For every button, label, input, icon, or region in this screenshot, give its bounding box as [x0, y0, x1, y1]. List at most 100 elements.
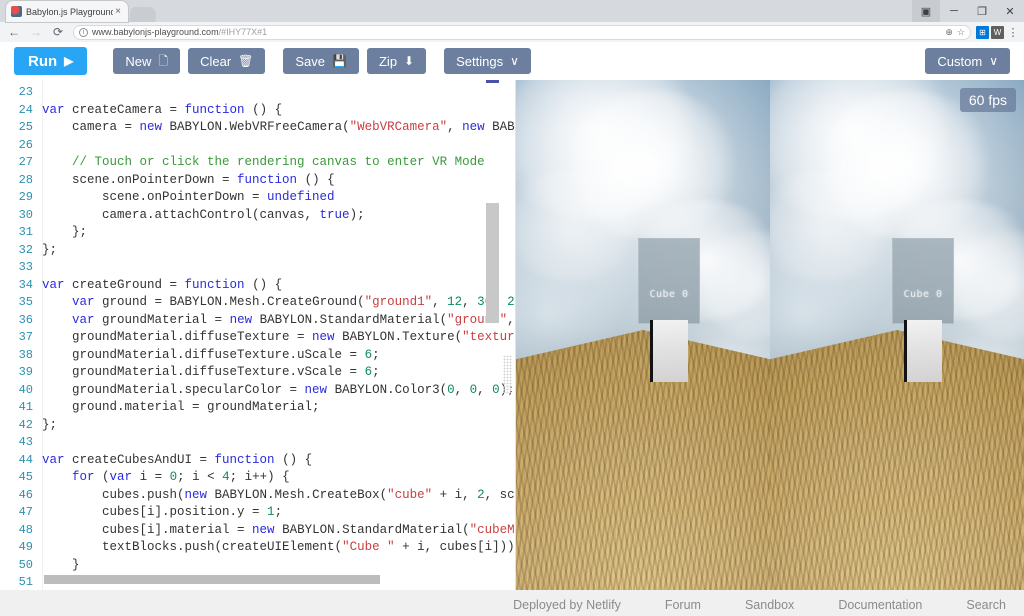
line-number: 37: [18, 330, 33, 344]
address-bar-url: www.babylonjs-playground.com/#IHY77X#1: [92, 27, 267, 37]
address-bar[interactable]: i www.babylonjs-playground.com/#IHY77X#1…: [73, 24, 971, 40]
zoom-icon[interactable]: ⊕: [945, 27, 953, 38]
code-line[interactable]: 35 var ground = BABYLON.Mesh.CreateGroun…: [0, 294, 516, 312]
code-line[interactable]: 39 groundMaterial.diffuseTexture.vScale …: [0, 364, 516, 382]
footer-link-netlify[interactable]: Deployed by Netlify: [513, 598, 621, 612]
code-line[interactable]: 47 cubes[i].position.y = 1;: [0, 504, 516, 522]
line-content: textBlocks.push(createUIElement("Cube " …: [42, 540, 516, 554]
code-line[interactable]: 45 for (var i = 0; i < 4; i++) {: [0, 469, 516, 487]
code-line[interactable]: 24 var createCamera = function () {: [0, 102, 516, 120]
bookmark-star-icon[interactable]: ☆: [957, 27, 965, 38]
code-line[interactable]: 31 };: [0, 224, 516, 242]
site-info-icon[interactable]: i: [79, 27, 88, 37]
code-line[interactable]: 32};: [0, 242, 516, 260]
line-number: 48: [18, 522, 33, 537]
footer-link-forum[interactable]: Forum: [665, 598, 701, 612]
line-content: [42, 137, 516, 155]
browser-menu-icon[interactable]: ⋮: [1006, 26, 1020, 39]
custom-version-button[interactable]: Custom ∨: [925, 48, 1010, 74]
code-line[interactable]: 49 textBlocks.push(createUIElement("Cube…: [0, 539, 516, 557]
editor-minimap[interactable]: [503, 355, 512, 393]
ground-texture-right: [770, 330, 1024, 590]
code-line[interactable]: 37 groundMaterial.diffuseTexture = new B…: [0, 329, 516, 347]
ui-text-panel-left: Cube 0: [638, 238, 700, 324]
editor-vertical-scroll-thumb[interactable]: [486, 203, 499, 323]
line-content: cubes[i].material = new BABYLON.Standard…: [42, 522, 516, 537]
back-icon[interactable]: ←: [4, 23, 24, 41]
line-content: groundMaterial.specularColor = new BABYL…: [42, 382, 515, 397]
code-line[interactable]: 41 ground.material = groundMaterial;: [0, 399, 516, 417]
line-number: 26: [18, 137, 33, 152]
code-line[interactable]: 48 cubes[i].material = new BABYLON.Stand…: [0, 522, 516, 540]
footer-link-sandbox[interactable]: Sandbox: [745, 598, 794, 612]
close-icon[interactable]: ×: [113, 6, 123, 17]
code-editor[interactable]: 23 24 var createCamera = function () {25 c…: [0, 80, 516, 590]
run-button[interactable]: Run ▶: [14, 47, 88, 75]
maximize-icon[interactable]: ❐: [968, 0, 996, 22]
code-line[interactable]: 23: [0, 84, 516, 102]
code-line[interactable]: 27 // Touch or click the rendering canva…: [0, 154, 516, 172]
footer-link-search[interactable]: Search: [966, 598, 1006, 612]
code-line[interactable]: 40 groundMaterial.specularColor = new BA…: [0, 382, 516, 400]
browser-tab[interactable]: Babylon.js Playground ×: [6, 1, 128, 22]
code-line[interactable]: 26: [0, 137, 516, 155]
profile-icon[interactable]: ▣: [912, 0, 940, 22]
code-line[interactable]: 44 var createCubesAndUI = function () {: [0, 452, 516, 470]
zip-button[interactable]: Zip ⬇: [366, 48, 427, 74]
footer-link-documentation[interactable]: Documentation: [838, 598, 922, 612]
save-button[interactable]: Save 💾: [283, 48, 359, 74]
line-number: 47: [18, 505, 33, 519]
line-number: 25: [18, 120, 33, 134]
line-number: 33: [18, 260, 33, 274]
line-number: 36: [18, 312, 33, 327]
close-window-icon[interactable]: ✕: [996, 0, 1024, 22]
windows-extension-icon[interactable]: ⊞: [976, 25, 989, 39]
minimize-icon[interactable]: ─: [940, 0, 968, 22]
code-line[interactable]: 34 var createGround = function () {: [0, 277, 516, 295]
zip-button-label: Zip: [378, 53, 398, 69]
url-base: www.babylonjs-playground.com: [92, 27, 219, 37]
settings-button-label: Settings: [456, 53, 504, 69]
line-content: };: [42, 242, 58, 257]
line-content: var ground = BABYLON.Mesh.CreateGround("…: [72, 295, 516, 309]
forward-icon[interactable]: →: [26, 23, 46, 41]
render-canvas[interactable]: Cube 0 Cube 0 60 fps: [516, 80, 1024, 590]
editor-horizontal-scroll-thumb[interactable]: [44, 575, 380, 584]
save-button-label: Save: [295, 53, 326, 69]
line-content: // Touch or click the rendering canvas t…: [72, 155, 485, 169]
code-line[interactable]: 30 camera.attachControl(canvas, true);: [0, 207, 516, 225]
editor-vertical-scrollbar[interactable]: [486, 80, 499, 590]
code-line[interactable]: 50 }: [0, 557, 516, 575]
line-content: camera.attachControl(canvas, true);: [42, 207, 365, 222]
browser-chrome: Babylon.js Playground × ▣ ─ ❐ ✕ ← → ⟳ i …: [0, 0, 1024, 42]
url-bar-row: ← → ⟳ i www.babylonjs-playground.com/#IH…: [0, 22, 1024, 42]
line-number: 45: [18, 470, 33, 484]
run-button-label: Run: [28, 52, 58, 70]
w-extension-icon[interactable]: W: [991, 25, 1004, 39]
line-number: 38: [18, 347, 33, 362]
code-line[interactable]: 43: [0, 434, 516, 452]
line-content: cubes[i].position.y = 1;: [42, 505, 283, 519]
new-tab-button[interactable]: [129, 7, 157, 22]
cube-mesh-right: [904, 320, 942, 382]
code-line[interactable]: 28 scene.onPointerDown = function () {: [0, 172, 516, 190]
clear-button[interactable]: Clear 🗑: [188, 48, 266, 74]
line-content: var createCamera = function () {: [42, 102, 283, 117]
code-line[interactable]: 29 scene.onPointerDown = undefined: [0, 189, 516, 207]
code-line[interactable]: 36 var groundMaterial = new BABYLON.Stan…: [0, 312, 516, 330]
line-number: 34: [18, 277, 33, 292]
settings-button[interactable]: Settings ∨: [444, 48, 531, 74]
document-icon: 🗋: [158, 54, 169, 68]
line-content: var createCubesAndUI = function () {: [42, 452, 313, 467]
url-path: /#IHY77X#1: [218, 27, 268, 37]
new-button[interactable]: New 🗋: [113, 48, 181, 74]
code-line[interactable]: 38 groundMaterial.diffuseTexture.uScale …: [0, 347, 516, 365]
ground-texture-left: [516, 330, 770, 590]
code-line[interactable]: 46 cubes.push(new BABYLON.Mesh.CreateBox…: [0, 487, 516, 505]
code-line[interactable]: 33: [0, 259, 516, 277]
code-line[interactable]: 42};: [0, 417, 516, 435]
chevron-down-icon: ∨: [510, 54, 519, 68]
code-line[interactable]: 25 camera = new BABYLON.WebVRFreeCamera(…: [0, 119, 516, 137]
line-content: };: [42, 417, 58, 432]
reload-icon[interactable]: ⟳: [48, 23, 68, 41]
